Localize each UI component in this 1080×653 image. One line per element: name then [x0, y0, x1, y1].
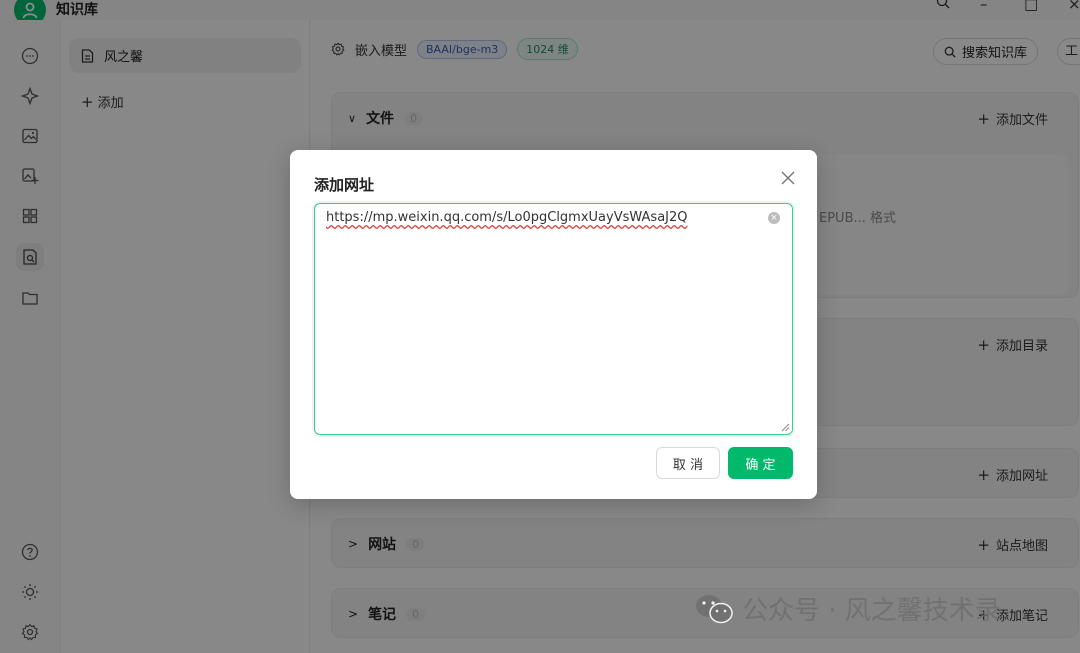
clear-input-icon[interactable]: ×	[768, 212, 780, 224]
add-url-dialog: 添加网址 https://mp.weixin.qq.com/s/Lo0pgClg…	[290, 150, 817, 499]
resize-handle-icon[interactable]	[780, 422, 790, 432]
url-value: https://mp.weixin.qq.com/s/Lo0pgClgmxUay…	[326, 210, 688, 225]
watermark-text: 公众号 · 风之馨技术录	[742, 596, 1001, 626]
watermark: 公众号 · 风之馨技术录	[694, 590, 1001, 627]
wechat-icon	[696, 594, 733, 623]
close-icon	[781, 171, 795, 185]
dialog-title: 添加网址	[314, 176, 375, 194]
dialog-close-button[interactable]	[778, 168, 798, 188]
cancel-button[interactable]: 取 消	[656, 447, 720, 479]
url-textarea[interactable]: https://mp.weixin.qq.com/s/Lo0pgClgmxUay…	[314, 203, 793, 435]
confirm-button[interactable]: 确 定	[728, 447, 793, 479]
